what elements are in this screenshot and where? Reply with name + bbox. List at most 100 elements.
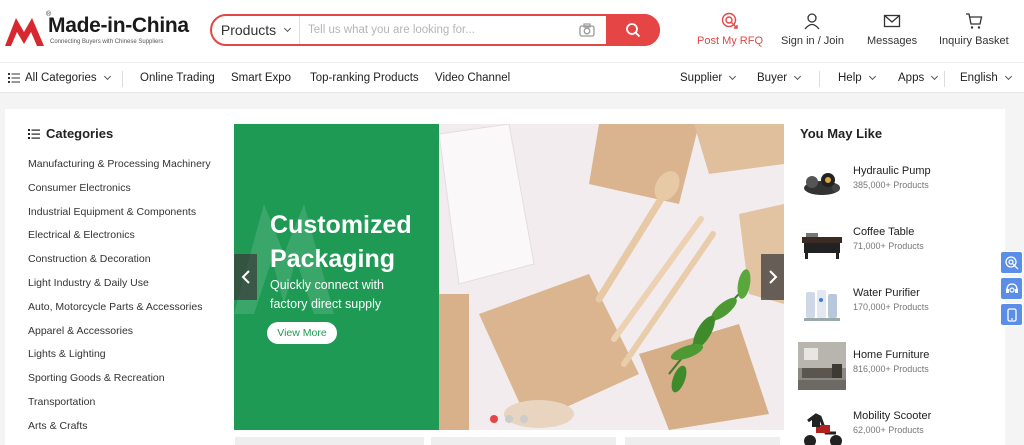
banner-subtitle: Quickly connect with factory direct supp…: [270, 278, 384, 311]
search-input[interactable]: [308, 20, 568, 40]
site-header: ® Made-in-China Connecting Buyers with C…: [0, 0, 1024, 62]
nav-help-menu[interactable]: Help: [838, 63, 876, 93]
support-icon: [1005, 282, 1018, 293]
messages-link[interactable]: Messages: [867, 12, 917, 47]
recommended-item-name: Water Purifier: [853, 287, 920, 299]
recommended-item[interactable]: Coffee Table 71,000+ Products: [798, 219, 998, 267]
packaging-illustration: [438, 124, 784, 430]
banner-prev-button[interactable]: [234, 254, 257, 300]
you-may-like-heading: You May Like: [800, 126, 883, 141]
nav-apps-menu[interactable]: Apps: [898, 63, 939, 93]
category-item[interactable]: Industrial Equipment & Components: [28, 206, 228, 230]
list-icon: [28, 128, 40, 139]
recommended-item-name: Mobility Scooter: [853, 410, 932, 422]
nav-link-top-ranking[interactable]: Top-ranking Products: [310, 63, 419, 93]
nav-link-online-trading[interactable]: Online Trading: [140, 63, 215, 93]
all-categories-menu[interactable]: All Categories: [8, 63, 111, 93]
search-category-select[interactable]: Products: [212, 16, 300, 44]
category-list: Manufacturing & Processing Machinery Con…: [28, 158, 228, 444]
floating-support-button[interactable]: [1000, 277, 1023, 300]
recommended-item-name: Home Furniture: [853, 349, 930, 361]
carousel-dot[interactable]: [490, 415, 498, 423]
content-tile[interactable]: [431, 437, 616, 445]
carousel-dot[interactable]: [505, 415, 513, 423]
chevron-right-icon: [768, 270, 777, 284]
nav-language-menu[interactable]: English: [960, 63, 1012, 93]
category-item[interactable]: Construction & Decoration: [28, 253, 228, 277]
camera-icon[interactable]: [578, 21, 596, 39]
nav-buyer-label: Buyer: [757, 72, 788, 84]
nav-divider: [944, 71, 945, 87]
chevron-down-icon: [103, 72, 111, 81]
user-icon: [804, 13, 820, 30]
promo-banner[interactable]: Customized Packaging Quickly connect wit…: [234, 124, 784, 430]
chevron-down-icon: [1004, 72, 1012, 81]
nav-link-smart-expo[interactable]: Smart Expo: [231, 63, 291, 93]
logo-tagline: Connecting Buyers with Chinese Suppliers: [50, 39, 164, 45]
chevron-down-icon: [794, 72, 802, 81]
nav-apps-label: Apps: [898, 72, 925, 84]
chevron-down-icon: [931, 72, 939, 81]
nav-buyer-menu[interactable]: Buyer: [757, 63, 802, 93]
category-item[interactable]: Electrical & Electronics: [28, 229, 228, 253]
banner-photo: [438, 124, 784, 430]
recommended-item[interactable]: Home Furniture 816,000+ Products: [798, 342, 998, 390]
content-tiles-row: [235, 437, 1020, 445]
envelope-icon: [883, 14, 901, 28]
inquiry-basket-label: Inquiry Basket: [939, 35, 1009, 47]
banner-next-button[interactable]: [761, 254, 784, 300]
post-rfq-link[interactable]: Post My RFQ: [697, 12, 763, 47]
cart-icon: [965, 13, 983, 29]
nav-divider: [122, 71, 123, 87]
category-item[interactable]: Lights & Lighting: [28, 348, 228, 372]
category-item[interactable]: Arts & Crafts: [28, 420, 228, 444]
rfq-icon: [721, 12, 738, 29]
nav-divider: [819, 71, 820, 87]
nav-help-label: Help: [838, 72, 862, 84]
recommended-item[interactable]: Water Purifier 170,000+ Products: [798, 280, 998, 328]
hydraulic-pump-thumbnail: [798, 158, 846, 206]
view-more-button[interactable]: View More: [267, 322, 337, 344]
search-button[interactable]: [606, 14, 660, 46]
category-item[interactable]: Transportation: [28, 396, 228, 420]
logo-name: Made-in-China: [48, 14, 189, 37]
search-bar: Products: [210, 14, 660, 46]
water-purifier-thumbnail: [798, 280, 846, 328]
chevron-down-icon: [868, 72, 876, 81]
category-item[interactable]: Manufacturing & Processing Machinery: [28, 158, 228, 182]
inquiry-basket-link[interactable]: Inquiry Basket: [939, 12, 1009, 47]
search-category-label: Products: [220, 22, 277, 38]
messages-label: Messages: [867, 35, 918, 47]
categories-title: Categories: [46, 126, 114, 141]
recommended-item-count: 71,000+ Products: [853, 241, 924, 251]
floating-app-button[interactable]: [1000, 303, 1023, 326]
post-rfq-label: Post My RFQ: [697, 35, 764, 47]
category-item[interactable]: Apparel & Accessories: [28, 325, 228, 349]
nav-link-video-channel[interactable]: Video Channel: [435, 63, 510, 93]
content-tile[interactable]: [625, 437, 780, 445]
recommended-item-name: Hydraulic Pump: [853, 165, 931, 177]
main-nav: All Categories Online Trading Smart Expo…: [0, 62, 1024, 93]
main-content: Categories Manufacturing & Processing Ma…: [5, 109, 1005, 445]
category-item[interactable]: Consumer Electronics: [28, 182, 228, 206]
nav-supplier-label: Supplier: [680, 72, 723, 84]
sign-in-link[interactable]: Sign in / Join: [781, 12, 844, 47]
all-categories-label: All Categories: [25, 72, 97, 84]
nav-supplier-menu[interactable]: Supplier: [680, 63, 737, 93]
recommended-item[interactable]: Hydraulic Pump 385,000+ Products: [798, 158, 998, 206]
content-tile[interactable]: [235, 437, 424, 445]
category-item[interactable]: Sporting Goods & Recreation: [28, 372, 228, 396]
categories-heading: Categories: [28, 126, 113, 141]
carousel-dots: [490, 415, 528, 423]
floating-rfq-button[interactable]: [1000, 251, 1023, 274]
coffee-table-thumbnail: [798, 219, 846, 267]
mobile-app-icon: [1006, 307, 1017, 322]
home-furniture-thumbnail: [798, 342, 846, 390]
list-icon: [8, 73, 20, 83]
site-logo[interactable]: ® Made-in-China Connecting Buyers with C…: [4, 11, 189, 48]
carousel-dot[interactable]: [520, 415, 528, 423]
category-item[interactable]: Auto, Motorcycle Parts & Accessories: [28, 301, 228, 325]
category-item[interactable]: Light Industry & Daily Use: [28, 277, 228, 301]
chevron-down-icon: [284, 24, 292, 33]
chevron-down-icon: [729, 72, 737, 81]
